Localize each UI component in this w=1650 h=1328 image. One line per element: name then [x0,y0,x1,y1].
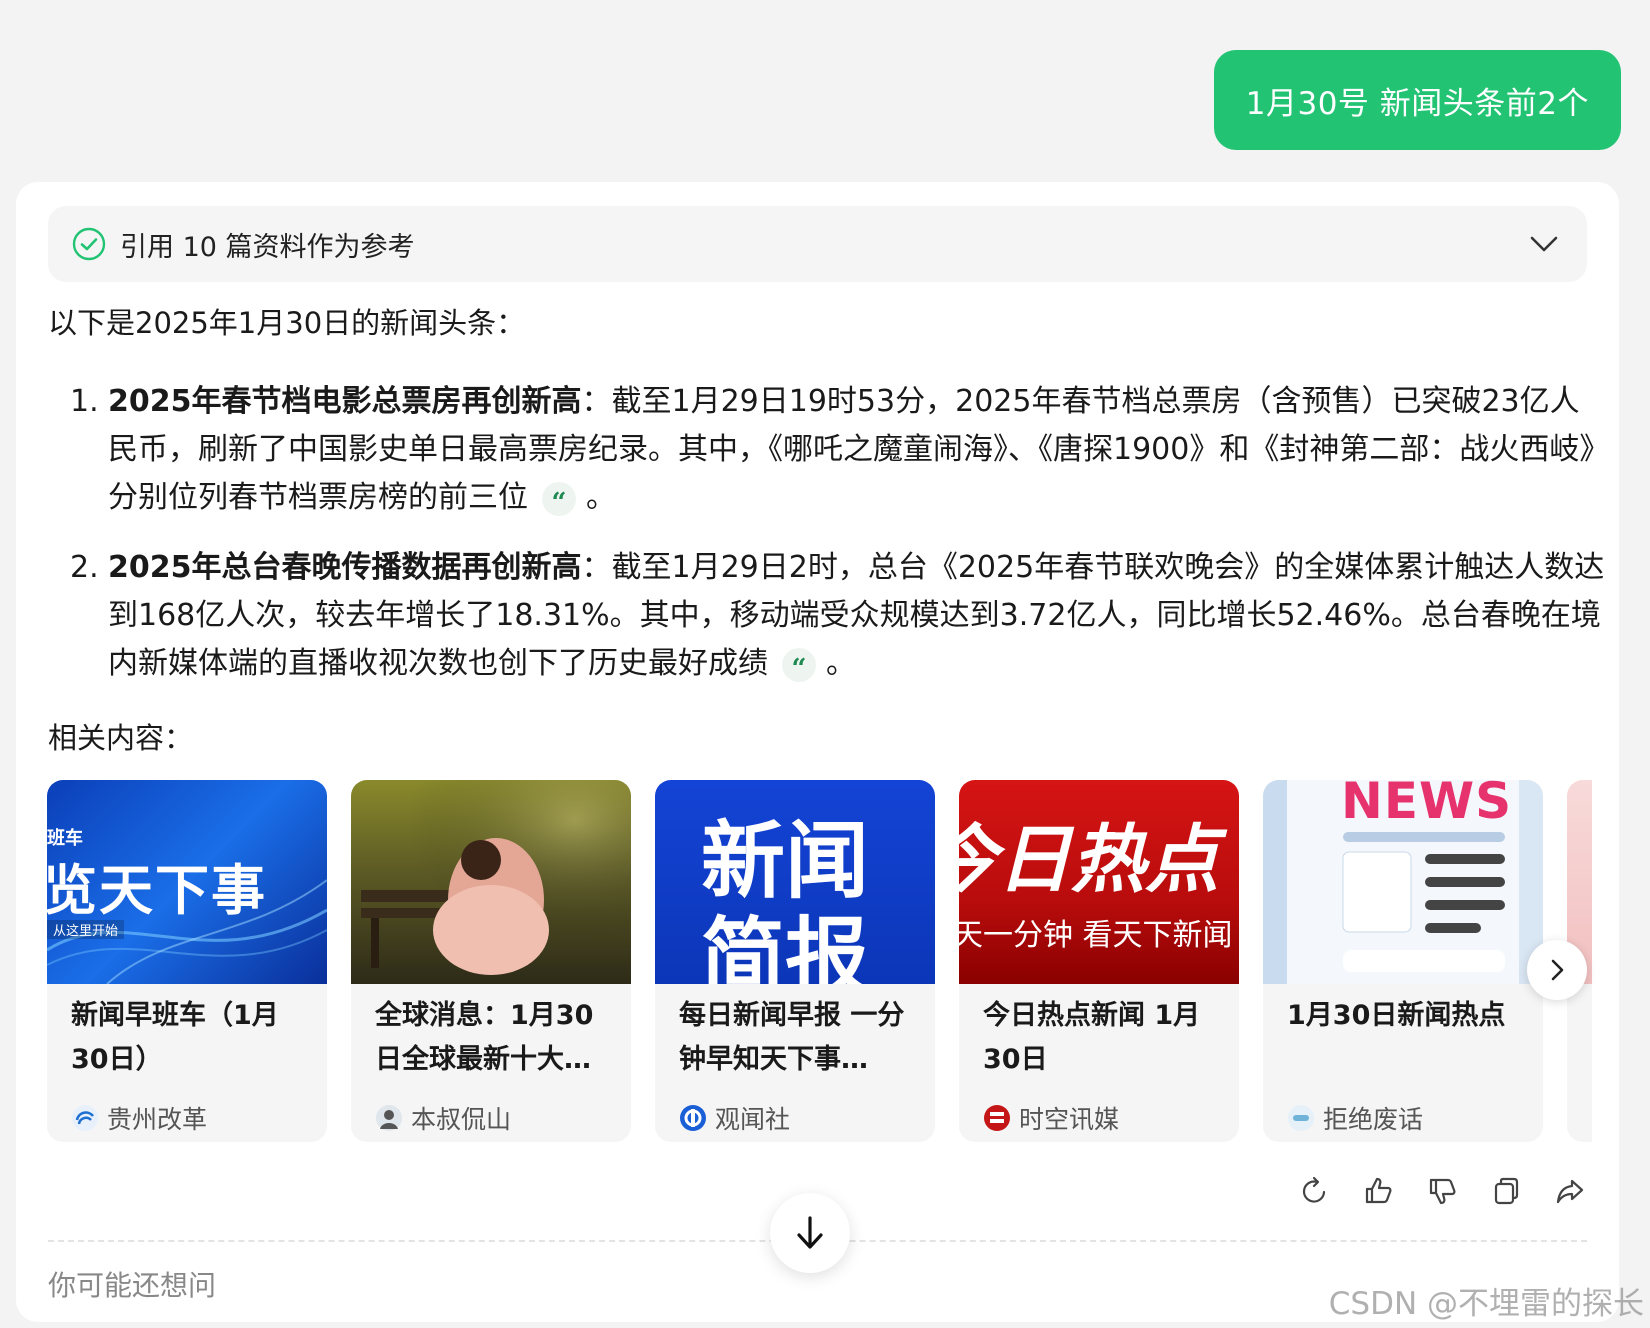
related-card[interactable]: 新闻 简报 每日新闻早报 一分钟早知天下事… 观闻社 [655,780,935,1142]
card-source: 观闻社 [679,1100,790,1136]
card-source: 本叔侃山 [375,1100,511,1136]
related-title: 相关内容： [48,721,194,755]
card-source-name: 本叔侃山 [411,1105,512,1134]
user-message-text: 1月30号 新闻头条前2个 [1245,85,1589,122]
news-end: 。 [586,480,616,515]
list-item: 1. 2025年春节档电影总票房再创新高：截至1月29日19时53分，2025年… [48,378,1608,522]
card-thumbnail: 班车 览天下事 从这里开始 [47,780,327,984]
watermark: CSDN @不埋雷的探长 [1328,1286,1644,1322]
copy-icon[interactable] [1489,1174,1523,1208]
news-end: 。 [826,646,856,681]
card-thumbnail: 新闻 简报 [655,780,935,984]
share-icon[interactable] [1553,1174,1587,1208]
news-list: 1. 2025年春节档电影总票房再创新高：截至1月29日19时53分，2025年… [48,378,1608,710]
card-title: 今日热点新闻 1月30日 [983,1000,1201,1075]
message-actions [1297,1174,1587,1208]
card-source-name: 时空讯媒 [1019,1105,1120,1134]
card-source: 时空讯媒 [983,1100,1119,1136]
references-toggle[interactable]: 引用 10 篇资料作为参考 [48,206,1587,282]
news-title: 2025年春节档电影总票房再创新高 [108,384,582,419]
thumb-text-big: 今日热点 [959,817,1219,903]
source-logo-icon [1288,1105,1314,1131]
card-title: 1月30日新闻热点 [1287,1000,1506,1031]
card-source-name: 拒绝废话 [1323,1105,1424,1134]
user-message-bubble: 1月30号 新闻头条前2个 [1213,50,1621,150]
chevron-right-icon [1551,959,1564,981]
source-logo-icon [680,1105,706,1131]
thumb-text-sub: 从这里开始 [47,920,125,939]
card-title: 每日新闻早报 一分钟早知天下事… [679,1000,905,1075]
card-source-name: 贵州改革 [107,1105,208,1134]
card-source: 拒绝废话 [1287,1100,1423,1136]
card-thumbnail: NEWS [1263,780,1543,984]
suggested-questions-title: 你可能还想问 [48,1269,217,1302]
thumbs-up-icon[interactable] [1361,1174,1395,1208]
references-label: 引用 10 篇资料作为参考 [120,231,415,263]
answer-intro: 以下是2025年1月30日的新闻头条： [48,306,526,340]
check-circle-icon [72,227,106,261]
citation-quote-icon[interactable]: “ [542,481,576,516]
thumb-text-big-2: 简报 [701,908,870,984]
card-title: 新闻早班车（1月30日） [71,1000,279,1075]
scroll-to-bottom-button[interactable] [770,1193,850,1273]
thumb-text-big: NEWS [1341,780,1513,830]
chevron-down-icon[interactable] [1529,230,1559,258]
refresh-icon[interactable] [1297,1174,1331,1208]
thumbs-down-icon[interactable] [1425,1174,1459,1208]
list-number: 1. [70,384,99,419]
citation-quote-icon[interactable]: “ [782,647,816,682]
related-cards: 班车 览天下事 从这里开始 新闻早班车（1月30日） 贵州改革 全球消息：1月3… [47,780,1592,1142]
thumb-text-sub: 天一分钟 看天下新闻 [959,918,1233,953]
card-thumbnail [351,780,631,984]
related-card[interactable]: NEWS 1月30日新闻热点 拒绝废话 [1263,780,1543,1142]
photo-illustration [351,780,631,984]
related-card[interactable]: 全球消息：1月30日全球最新十大… 本叔侃山 [351,780,631,1142]
list-number: 2. [70,550,99,585]
thumb-text-big: 览天下事 [47,859,267,922]
source-logo-icon [984,1105,1010,1131]
source-logo-icon [72,1105,98,1131]
cards-next-button[interactable] [1527,940,1587,1000]
card-title: 全球消息：1月30日全球最新十大… [375,1000,594,1075]
related-card[interactable]: 班车 览天下事 从这里开始 新闻早班车（1月30日） 贵州改革 [47,780,327,1142]
card-thumbnail: 今日热点 天一分钟 看天下新闻 [959,780,1239,984]
arrow-down-icon [797,1216,823,1249]
news-title: 2025年总台春晚传播数据再创新高 [108,550,582,585]
card-source-name: 观闻社 [715,1105,791,1134]
card-source: 贵州改革 [71,1100,207,1136]
avatar-icon [376,1105,402,1131]
list-item: 2. 2025年总台春晚传播数据再创新高：截至1月29日2时，总台《2025年春… [48,544,1608,688]
answer-card: 引用 10 篇资料作为参考 以下是2025年1月30日的新闻头条： 1. 202… [16,182,1619,1322]
related-card[interactable]: 今日热点 天一分钟 看天下新闻 今日热点新闻 1月30日 时空讯媒 [959,780,1239,1142]
